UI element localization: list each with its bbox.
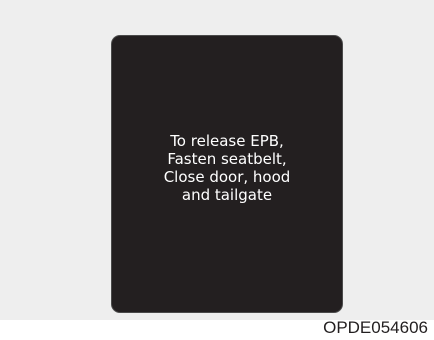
epb-warning-message: To release EPB, Fasten seatbelt, Close d…	[112, 132, 342, 204]
message-line-3: Close door, hood	[163, 168, 291, 186]
message-line-4: and tailgate	[181, 186, 273, 204]
message-line-1: To release EPB,	[170, 132, 284, 150]
figure-background: To release EPB, Fasten seatbelt, Close d…	[0, 0, 434, 320]
message-line-2: Fasten seatbelt,	[167, 150, 287, 168]
figure-code: OPDE054606	[323, 318, 428, 337]
cluster-display: To release EPB, Fasten seatbelt, Close d…	[112, 36, 342, 312]
